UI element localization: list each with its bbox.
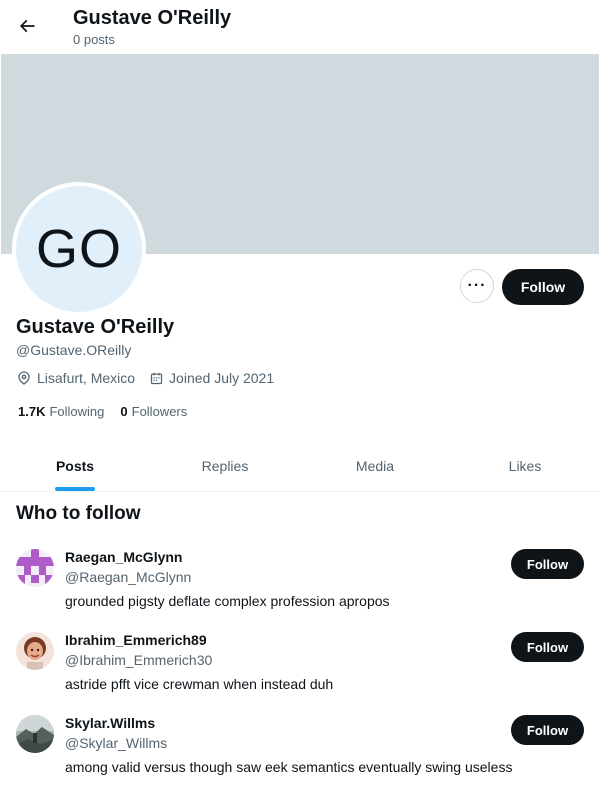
page-title: Gustave O'Reilly bbox=[73, 7, 232, 29]
profile-avatar[interactable]: GO bbox=[12, 182, 146, 316]
suggestion-item[interactable]: Skylar.Willms @Skylar_Willms among valid… bbox=[0, 715, 600, 795]
profile-name: Gustave O'Reilly bbox=[16, 316, 175, 338]
suggestion-name[interactable]: Raegan_McGlynn bbox=[65, 549, 182, 565]
location-pin-icon bbox=[18, 371, 30, 385]
suggestion-handle: @Raegan_McGlynn bbox=[65, 569, 192, 585]
tab-label: Media bbox=[355, 457, 395, 474]
tab-posts[interactable]: Posts bbox=[0, 440, 150, 491]
profile-handle: @Gustave.OReilly bbox=[16, 342, 132, 358]
following-link[interactable]: 1.7K Following bbox=[18, 404, 104, 419]
suggestion-avatar[interactable] bbox=[16, 715, 54, 753]
avatar-initials: GO bbox=[16, 186, 142, 312]
more-dots-icon: ··· bbox=[467, 277, 487, 294]
follow-stats: 1.7K Following 0 Followers bbox=[18, 404, 203, 419]
tab-label: Posts bbox=[55, 457, 95, 474]
suggestion-avatar[interactable] bbox=[16, 549, 54, 587]
suggestion-bio: among valid versus though saw eek semant… bbox=[65, 759, 513, 775]
suggestion-item[interactable]: Raegan_McGlynn @Raegan_McGlynn grounded … bbox=[0, 549, 600, 629]
person-photo-icon bbox=[16, 632, 54, 670]
landscape-photo-icon bbox=[16, 715, 54, 753]
suggestion-bio: grounded pigsty deflate complex professi… bbox=[65, 593, 390, 609]
post-count: 0 posts bbox=[73, 32, 115, 47]
more-options-button[interactable]: ··· bbox=[460, 269, 494, 303]
suggestion-item[interactable]: Ibrahim_Emmerich89 @Ibrahim_Emmerich30 a… bbox=[0, 632, 600, 712]
following-label: Following bbox=[49, 404, 105, 419]
followers-label: Followers bbox=[131, 404, 188, 419]
calendar-icon bbox=[150, 372, 163, 384]
tab-likes[interactable]: Likes bbox=[450, 440, 600, 491]
top-bar: Gustave O'Reilly 0 posts bbox=[0, 0, 600, 54]
profile-meta: Lisafurt, Mexico Joined July 2021 bbox=[16, 370, 288, 386]
location-text: Lisafurt, Mexico bbox=[37, 370, 136, 386]
identicon-avatar-icon bbox=[16, 549, 54, 587]
followers-link[interactable]: 0 Followers bbox=[120, 404, 187, 419]
tab-replies[interactable]: Replies bbox=[150, 440, 300, 491]
follow-button[interactable]: Follow bbox=[502, 269, 584, 305]
suggestion-bio: astride pfft vice crewman when instead d… bbox=[65, 676, 334, 692]
who-to-follow-heading: Who to follow bbox=[16, 503, 141, 524]
tab-label: Replies bbox=[201, 457, 249, 474]
tab-label: Likes bbox=[508, 457, 542, 474]
suggestion-follow-button[interactable]: Follow bbox=[511, 715, 584, 745]
suggestion-name[interactable]: Ibrahim_Emmerich89 bbox=[65, 632, 207, 648]
tab-media[interactable]: Media bbox=[300, 440, 450, 491]
active-tab-indicator bbox=[55, 487, 95, 491]
suggestion-handle: @Ibrahim_Emmerich30 bbox=[65, 652, 213, 668]
following-count: 1.7K bbox=[18, 404, 46, 419]
joined-text: Joined July 2021 bbox=[169, 370, 275, 386]
suggestion-name[interactable]: Skylar.Willms bbox=[65, 715, 155, 731]
joined-item: Joined July 2021 bbox=[149, 370, 274, 386]
location-item: Lisafurt, Mexico bbox=[16, 370, 135, 386]
profile-tabs: Posts Replies Media Likes bbox=[0, 440, 600, 492]
followers-count: 0 bbox=[120, 404, 128, 419]
suggestion-handle: @Skylar_Willms bbox=[65, 735, 168, 751]
suggestion-avatar[interactable] bbox=[16, 632, 54, 670]
suggestion-follow-button[interactable]: Follow bbox=[511, 549, 584, 579]
arrow-left-icon bbox=[19, 19, 35, 33]
back-button[interactable] bbox=[10, 9, 44, 43]
suggestion-follow-button[interactable]: Follow bbox=[511, 632, 584, 662]
